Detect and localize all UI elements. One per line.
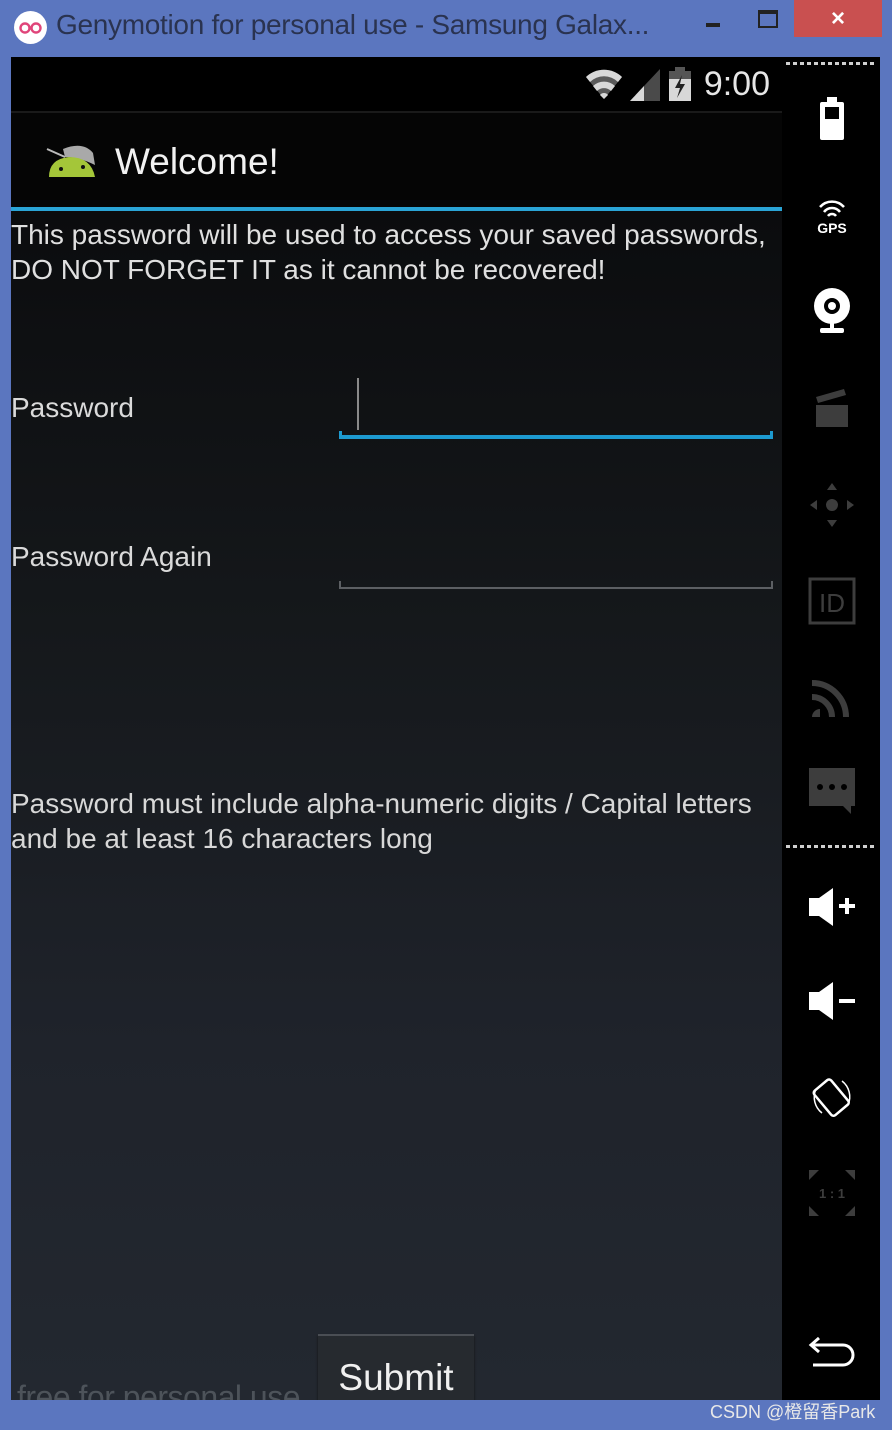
gps-icon: GPS bbox=[817, 200, 847, 235]
sidebar-device-id-button[interactable]: ID bbox=[802, 573, 862, 629]
media-clapper-icon bbox=[816, 389, 848, 427]
device-screen: 9:00 Welcome! This password will be used… bbox=[11, 57, 782, 1400]
field-underline bbox=[339, 587, 773, 589]
password-again-field[interactable] bbox=[339, 525, 773, 589]
window-titlebar: Genymotion for personal use - Samsung Ga… bbox=[0, 0, 892, 56]
sidebar-media-button[interactable] bbox=[802, 379, 862, 435]
svg-text:GPS: GPS bbox=[817, 220, 847, 235]
close-button[interactable]: × bbox=[794, 0, 882, 37]
password-input[interactable] bbox=[339, 375, 773, 439]
sidebar-dpad-button[interactable] bbox=[802, 477, 862, 533]
volume-up-icon bbox=[809, 888, 855, 926]
sidebar-webcam-button[interactable] bbox=[802, 283, 862, 339]
window-title: Genymotion for personal use - Samsung Ga… bbox=[56, 9, 650, 40]
sidebar-back-button[interactable] bbox=[802, 1325, 862, 1381]
network-rss-icon bbox=[811, 680, 849, 718]
sidebar-gps-button[interactable]: GPS bbox=[802, 187, 862, 243]
status-time: 9:00 bbox=[703, 64, 770, 103]
sidebar-volume-down-button[interactable] bbox=[802, 973, 862, 1029]
password-requirements-text: Password must include alpha-numeric digi… bbox=[11, 788, 752, 854]
emulator-sidebar: GPS ID 1: 1 bbox=[782, 57, 880, 1400]
field-tick-left bbox=[339, 581, 341, 589]
minimize-button[interactable] bbox=[704, 16, 724, 36]
sms-message-icon bbox=[809, 768, 855, 814]
genymotion-logo-icon bbox=[14, 11, 47, 44]
volume-down-icon bbox=[809, 982, 855, 1020]
watermark: free for personal use bbox=[17, 1379, 301, 1400]
svg-text:1 : 1: 1 : 1 bbox=[819, 1186, 845, 1201]
back-icon bbox=[808, 1337, 855, 1367]
password-label: Password bbox=[11, 392, 134, 423]
android-app-icon bbox=[46, 145, 95, 177]
credit-watermark: CSDN @橙留香Park bbox=[710, 1402, 876, 1422]
wifi-icon bbox=[585, 69, 622, 99]
close-icon: × bbox=[830, 5, 845, 32]
sidebar-sms-button[interactable] bbox=[802, 763, 862, 819]
device-id-icon: ID bbox=[808, 577, 856, 625]
sidebar-rotate-button[interactable] bbox=[802, 1069, 862, 1125]
page-title: Welcome! bbox=[115, 141, 279, 182]
signal-icon bbox=[629, 69, 660, 101]
dpad-icon bbox=[810, 483, 854, 527]
field-tick-left bbox=[339, 431, 342, 439]
password-again-label: Password Again bbox=[11, 541, 212, 572]
action-bar-divider bbox=[11, 207, 782, 211]
field-tick-right bbox=[770, 431, 773, 439]
svg-text:ID: ID bbox=[819, 588, 845, 618]
sidebar-network-button[interactable] bbox=[802, 669, 862, 725]
scale-1-1-icon: 1 : 1 bbox=[809, 1170, 855, 1216]
password-field[interactable] bbox=[339, 375, 773, 439]
rotate-icon bbox=[812, 1078, 851, 1117]
action-bar: Welcome! bbox=[11, 113, 782, 207]
status-bar: 9:00 bbox=[11, 57, 782, 113]
sidebar-battery-button[interactable] bbox=[802, 91, 862, 147]
sidebar-grip-top[interactable] bbox=[786, 62, 876, 65]
field-tick-right bbox=[771, 581, 773, 589]
sidebar-volume-up-button[interactable] bbox=[802, 879, 862, 935]
sidebar-scale-button[interactable]: 1 : 1 bbox=[802, 1165, 862, 1221]
field-underline bbox=[339, 435, 773, 439]
webcam-icon bbox=[814, 288, 850, 333]
intro-text: This password will be used to access you… bbox=[11, 219, 766, 285]
text-cursor bbox=[357, 378, 359, 430]
battery-charging-icon bbox=[668, 67, 691, 101]
maximize-button[interactable] bbox=[756, 8, 778, 28]
battery-icon bbox=[820, 97, 844, 140]
sidebar-grip-mid[interactable] bbox=[786, 845, 876, 848]
submit-button[interactable]: Submit bbox=[318, 1334, 474, 1400]
password-again-input[interactable] bbox=[339, 525, 773, 589]
